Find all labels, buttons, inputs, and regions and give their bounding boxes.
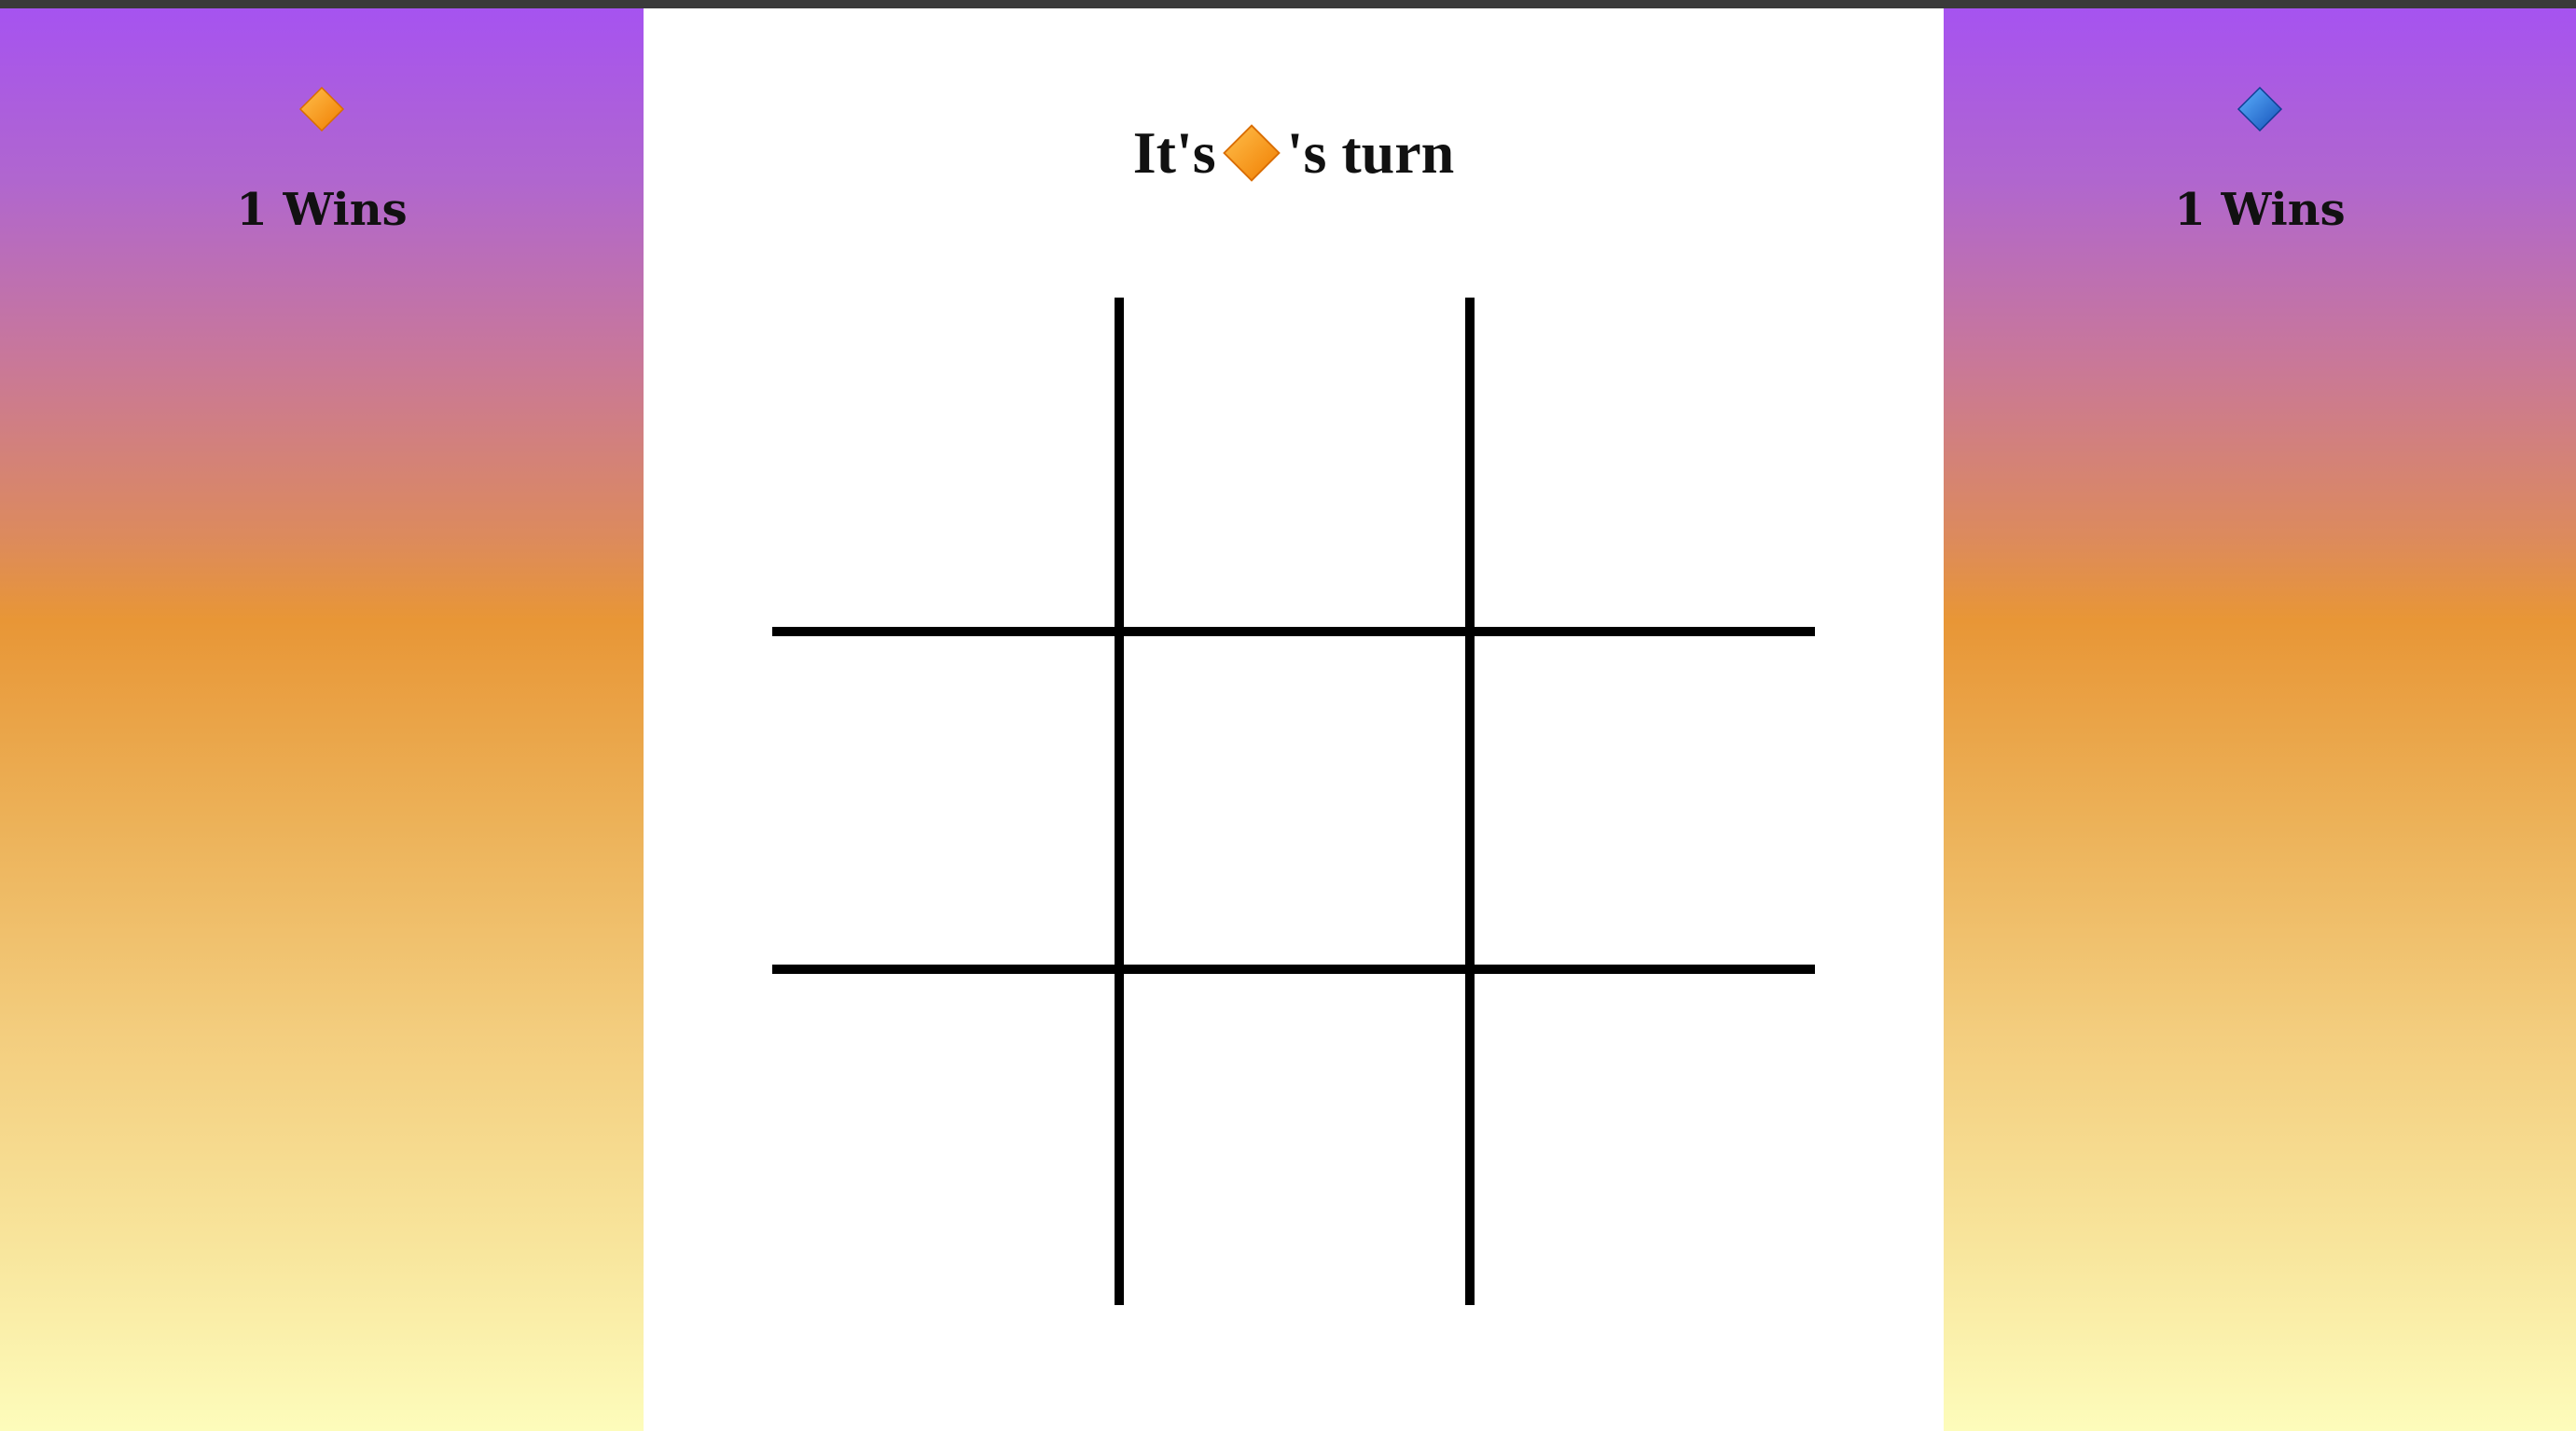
turn-prefix: It's — [1132, 119, 1216, 186]
blue-diamond-icon — [1944, 81, 2576, 137]
blue-wins-count: 1 Wins — [2174, 184, 2346, 236]
game-area: It's 's turn — [644, 8, 1944, 1431]
orange-diamond-icon — [0, 81, 644, 137]
player-panel-orange: 1 Wins — [0, 8, 644, 1431]
browser-top-bar — [0, 0, 2576, 8]
board-cell-8[interactable] — [1124, 974, 1471, 1310]
turn-status: It's 's turn — [644, 118, 1944, 188]
player-panel-blue: 1 Wins — [1944, 8, 2576, 1431]
board-cell-1[interactable] — [772, 298, 1119, 633]
board-cell-2[interactable] — [1124, 298, 1471, 633]
tic-tac-toe-board — [772, 298, 1815, 1305]
orange-diamond-icon — [1222, 123, 1281, 183]
orange-wins-count: 1 Wins — [236, 184, 408, 236]
board-cell-9[interactable] — [1475, 974, 1821, 1310]
board-cell-3[interactable] — [1475, 298, 1821, 633]
board-cell-5[interactable] — [1124, 636, 1471, 972]
turn-suffix: 's turn — [1286, 119, 1455, 186]
board-cell-7[interactable] — [772, 974, 1119, 1310]
board-cell-4[interactable] — [772, 636, 1119, 972]
board-cell-6[interactable] — [1475, 636, 1821, 972]
